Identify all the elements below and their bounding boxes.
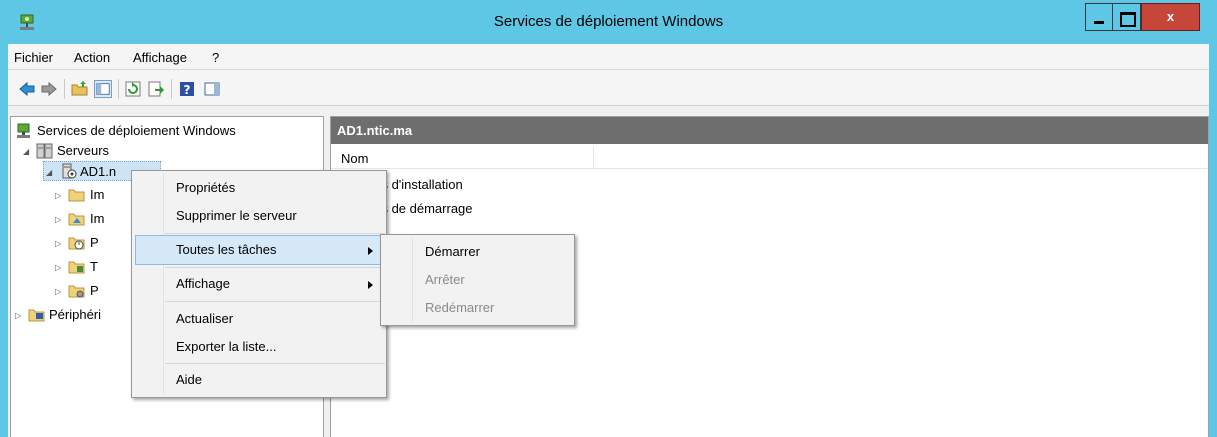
deployment-services-icon: [17, 123, 30, 138]
menu-affichage[interactable]: Affichage: [133, 50, 187, 65]
window-title: Services de déploiement Windows: [493, 13, 724, 30]
menu-item-restart: Redémarrer: [425, 300, 495, 315]
menu-item-view[interactable]: Affichage: [176, 273, 230, 295]
menu-separator: [165, 301, 385, 302]
tree-label: P: [90, 235, 99, 250]
boot-images-icon: [68, 213, 85, 226]
context-menu: Propriétés Supprimer le serveur Toutes l…: [131, 170, 387, 398]
toolbar-separator: [118, 79, 119, 99]
menu-item-remove-server[interactable]: Supprimer le serveur: [176, 205, 297, 227]
tree-label: Im: [90, 211, 105, 226]
tree-label: Périphéri: [49, 307, 102, 322]
column-header-name[interactable]: Nom: [331, 147, 594, 169]
menu-fichier[interactable]: Fichier: [14, 50, 53, 65]
toolbar-separator: [64, 79, 65, 99]
show-hide-console-tree-icon[interactable]: [94, 80, 112, 98]
main-window: Services de déploiement Windows x Fichie…: [0, 0, 1217, 437]
tree-label: Im: [90, 187, 105, 202]
drivers-icon: [68, 285, 85, 298]
expand-arrow-icon[interactable]: ▷: [55, 263, 64, 272]
list-column-header: Nom: [331, 147, 1208, 169]
collapse-arrow-icon[interactable]: ◢: [23, 147, 32, 156]
tree-label: Serveurs: [57, 143, 110, 158]
minimize-button[interactable]: [1085, 3, 1113, 31]
menu-separator: [165, 363, 385, 364]
menu-separator: [165, 233, 385, 234]
back-arrow-icon[interactable]: [18, 80, 36, 98]
menu-item-all-tasks[interactable]: Toutes les tâches: [176, 239, 276, 261]
expand-arrow-icon[interactable]: ▷: [15, 311, 24, 320]
export-list-icon[interactable]: [147, 80, 165, 98]
toolbar-separator: [171, 79, 172, 99]
servers-icon: [36, 143, 53, 159]
help-icon[interactable]: ?: [178, 80, 196, 98]
results-pane-header: AD1.ntic.ma: [331, 117, 1208, 144]
collapse-arrow-icon[interactable]: ◢: [46, 168, 55, 177]
svg-text:?: ?: [184, 83, 191, 97]
devices-icon: [28, 309, 45, 322]
expand-arrow-icon[interactable]: ▷: [55, 191, 64, 200]
menu-action[interactable]: Action: [74, 50, 110, 65]
tree-label: P: [90, 283, 99, 298]
menu-separator: [165, 267, 385, 268]
expand-arrow-icon[interactable]: ▷: [55, 239, 64, 248]
tree-label: T: [90, 259, 98, 274]
menu-item-refresh[interactable]: Actualiser: [176, 308, 233, 330]
menu-item-properties[interactable]: Propriétés: [176, 177, 235, 199]
expand-arrow-icon[interactable]: ▷: [55, 287, 64, 296]
title-bar[interactable]: Services de déploiement Windows x: [0, 0, 1217, 44]
pending-devices-icon: [68, 237, 85, 250]
expand-arrow-icon[interactable]: ▷: [55, 215, 64, 224]
close-button[interactable]: x: [1141, 3, 1200, 31]
tree-label: Services de déploiement Windows: [37, 123, 236, 138]
folder-up-icon[interactable]: [71, 80, 89, 98]
menu-bar: Fichier Action Affichage ?: [8, 44, 1209, 70]
submenu-arrow-icon: [368, 281, 373, 289]
submenu-arrow-icon: [368, 247, 373, 255]
menu-item-help[interactable]: Aide: [176, 369, 202, 391]
submenu-all-tasks: Démarrer Arrêter Redémarrer: [380, 234, 575, 326]
folder-icon: [68, 189, 85, 202]
show-hide-action-pane-icon[interactable]: [203, 80, 221, 98]
menu-item-stop: Arrêter: [425, 272, 465, 287]
menu-item-start[interactable]: Démarrer: [425, 241, 480, 263]
refresh-icon[interactable]: [124, 80, 142, 98]
maximize-button[interactable]: [1113, 3, 1141, 31]
menu-item-export[interactable]: Exporter la liste...: [176, 336, 276, 358]
tree-label: AD1.n: [80, 164, 117, 179]
forward-arrow-icon[interactable]: [40, 80, 58, 98]
toolbar: ?: [8, 70, 1209, 106]
menu-help[interactable]: ?: [212, 50, 219, 65]
transmissions-icon: [68, 261, 85, 274]
server-icon: [62, 163, 77, 179]
